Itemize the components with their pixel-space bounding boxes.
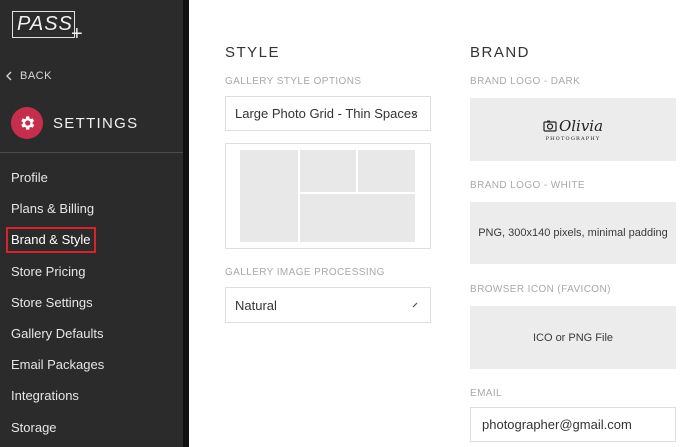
gallery-style-value: Large Photo Grid - Thin Spaces (235, 106, 418, 121)
sidebar-item-gallery-defaults[interactable]: Gallery Defaults (0, 318, 183, 349)
preview-tile (240, 150, 298, 242)
favicon-label: BROWSER ICON (FAVICON) (470, 284, 611, 295)
olivia-logo: Olivia PHOTOGRAPHY (543, 117, 603, 142)
preview-tile (300, 150, 356, 192)
sidebar-item-email-packages[interactable]: Email Packages (0, 349, 183, 380)
sidebar-item-store-pricing[interactable]: Store Pricing (0, 256, 183, 287)
brand-logo-white-label: BRAND LOGO - WHITE (470, 180, 585, 191)
sidebar-scroll-edge (183, 0, 189, 447)
logo-subtext: PHOTOGRAPHY (545, 136, 601, 142)
gallery-style-select[interactable]: Large Photo Grid - Thin Spaces (225, 96, 431, 131)
brand-logo-white-upload[interactable]: PNG, 300x140 pixels, minimal padding (470, 202, 676, 264)
sidebar: PASS + BACK SETTINGS Profile Plans & Bil… (0, 0, 183, 447)
sidebar-item-storage[interactable]: Storage (0, 412, 183, 443)
settings-header: SETTINGS (11, 107, 138, 139)
settings-nav: Profile Plans & Billing Brand & Style St… (0, 162, 183, 443)
email-label: EMAIL (470, 388, 503, 399)
image-processing-label: GALLERY IMAGE PROCESSING (225, 267, 385, 278)
dropdown-caret-icon (412, 302, 418, 308)
chevron-left-icon (6, 71, 12, 81)
dropdown-caret-icon (412, 111, 418, 116)
back-label: BACK (20, 70, 52, 82)
logo-text: PASS (17, 13, 73, 35)
sidebar-item-profile[interactable]: Profile (0, 162, 183, 193)
pass-logo[interactable]: PASS (12, 11, 75, 38)
gear-icon (11, 107, 43, 139)
style-section-title: STYLE (225, 44, 281, 61)
gallery-layout-preview (225, 143, 431, 249)
logo-wordmark: Olivia (558, 117, 604, 135)
image-processing-value: Natural (235, 297, 277, 313)
sidebar-item-brand-style[interactable]: Brand & Style (0, 224, 183, 255)
preview-tile (300, 194, 415, 242)
brand-logo-dark-label: BRAND LOGO - DARK (470, 76, 581, 87)
camera-icon (543, 120, 557, 132)
brand-logo-dark-upload[interactable]: Olivia PHOTOGRAPHY (470, 98, 676, 161)
back-link[interactable]: BACK (6, 70, 52, 82)
gallery-style-label: GALLERY STYLE OPTIONS (225, 76, 362, 87)
brand-section-title: BRAND (470, 44, 531, 61)
sidebar-divider (0, 152, 183, 153)
favicon-hint: ICO or PNG File (532, 331, 614, 344)
sidebar-item-store-settings[interactable]: Store Settings (0, 287, 183, 318)
logo-plus-icon: + (71, 23, 83, 45)
logo-white-hint: PNG, 300x140 pixels, minimal padding (478, 227, 668, 239)
sidebar-item-plans-billing[interactable]: Plans & Billing (0, 193, 183, 224)
email-input[interactable]: photographer@gmail.com (470, 407, 676, 442)
email-value: photographer@gmail.com (482, 417, 632, 432)
sidebar-item-integrations[interactable]: Integrations (0, 380, 183, 411)
favicon-upload[interactable]: ICO or PNG File (470, 306, 676, 369)
preview-tile (358, 150, 415, 192)
image-processing-select[interactable]: Natural (225, 287, 431, 323)
settings-title: SETTINGS (53, 114, 139, 132)
